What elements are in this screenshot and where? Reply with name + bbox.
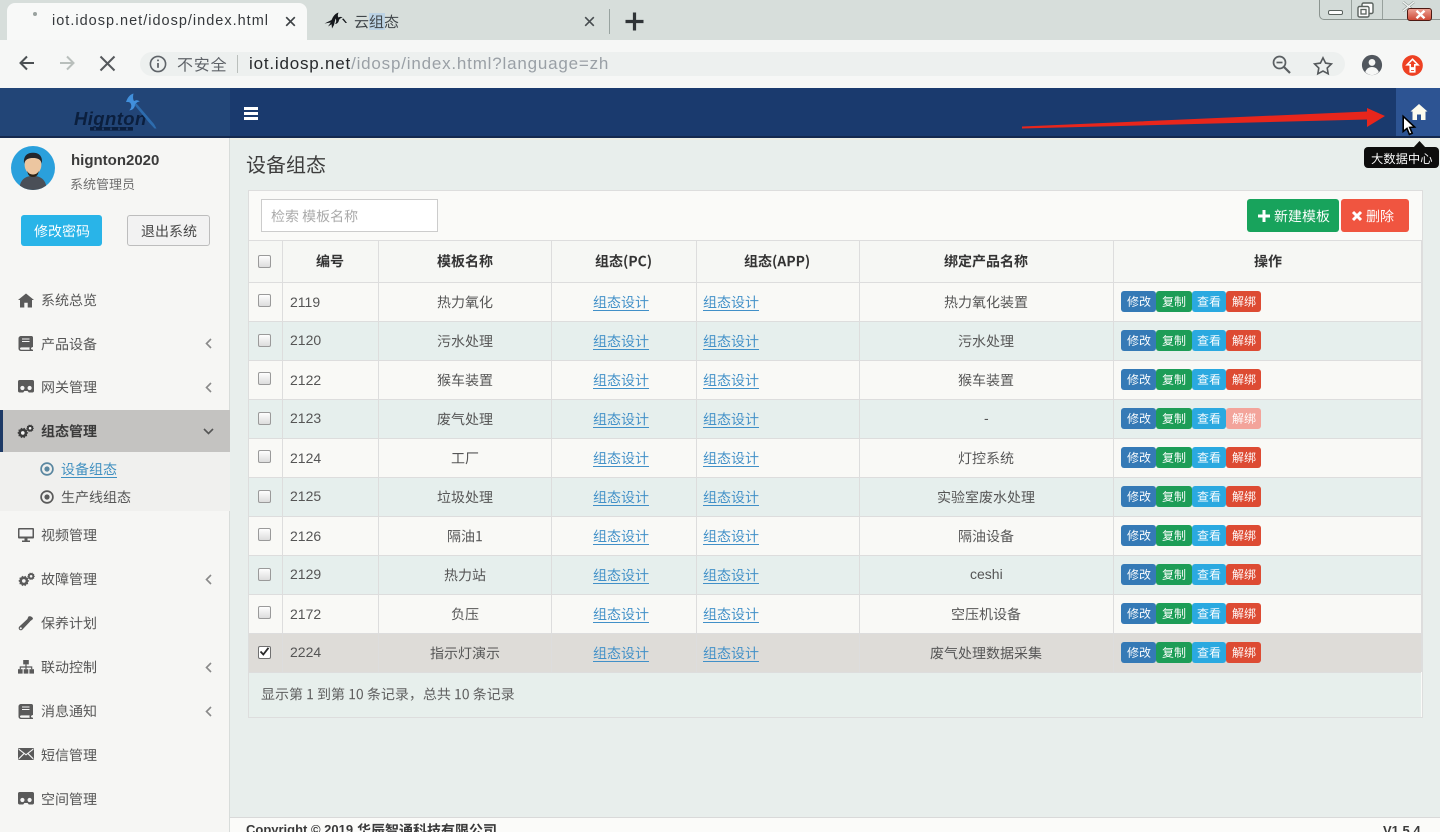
svg-text:Hignton: Hignton xyxy=(74,108,147,129)
